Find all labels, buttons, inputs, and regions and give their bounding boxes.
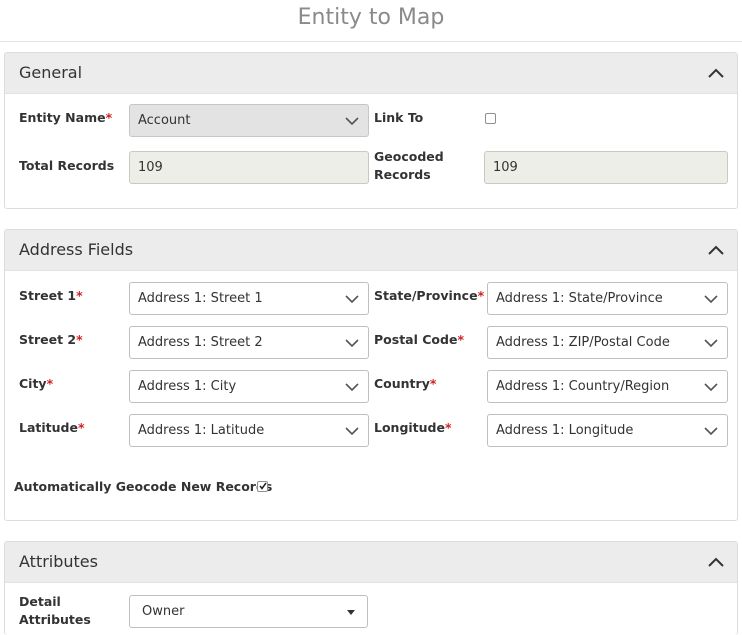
city-label: City* xyxy=(19,376,54,391)
chevron-down-icon xyxy=(704,383,718,392)
collapse-chevron-up-icon[interactable] xyxy=(705,239,727,261)
latitude-select[interactable]: Address 1: Latitude xyxy=(129,414,369,447)
country-select[interactable]: Address 1: Country/Region xyxy=(487,370,728,403)
chevron-down-icon xyxy=(704,427,718,436)
address-fields-panel-title: Address Fields xyxy=(19,240,134,259)
longitude-label: Longitude* xyxy=(374,420,452,435)
chevron-down-icon xyxy=(345,117,359,126)
general-panel-header[interactable]: General xyxy=(5,53,737,94)
title-divider xyxy=(0,41,742,42)
auto-geocode-label: Automatically Geocode New Records xyxy=(14,479,273,494)
address-fields-panel-header[interactable]: Address Fields xyxy=(5,230,737,271)
checkmark-icon xyxy=(259,482,267,490)
longitude-select[interactable]: Address 1: Longitude xyxy=(487,414,728,447)
detail-attributes-select[interactable]: Owner xyxy=(129,595,368,628)
entity-name-label: Entity Name* xyxy=(19,110,113,125)
collapse-chevron-up-icon[interactable] xyxy=(705,62,727,84)
state-province-label: State/Province* xyxy=(374,288,485,303)
chevron-down-icon xyxy=(345,295,359,304)
general-panel: General Entity Name* Account Link To Tot… xyxy=(4,52,738,209)
latitude-label: Latitude* xyxy=(19,420,85,435)
link-to-label: Link To xyxy=(374,110,424,125)
street2-select[interactable]: Address 1: Street 2 xyxy=(129,326,369,359)
caret-down-icon xyxy=(347,610,355,615)
chevron-down-icon xyxy=(345,383,359,392)
total-records-label: Total Records xyxy=(19,158,115,173)
attributes-panel-header[interactable]: Attributes xyxy=(5,542,737,583)
chevron-down-icon xyxy=(345,339,359,348)
address-fields-panel: Address Fields Street 1* Address 1: Stre… xyxy=(4,229,738,521)
postal-code-select[interactable]: Address 1: ZIP/Postal Code xyxy=(487,326,728,359)
street1-select[interactable]: Address 1: Street 1 xyxy=(129,282,369,315)
auto-geocode-checkbox[interactable] xyxy=(257,481,268,492)
attributes-panel: Attributes Detail Attributes Owner xyxy=(4,541,738,635)
street2-label: Street 2* xyxy=(19,332,83,347)
collapse-chevron-up-icon[interactable] xyxy=(705,551,727,573)
link-to-checkbox[interactable] xyxy=(485,113,496,124)
chevron-down-icon xyxy=(704,339,718,348)
street1-label: Street 1* xyxy=(19,288,83,303)
attributes-panel-title: Attributes xyxy=(19,552,98,571)
geocoded-records-field[interactable]: 109 xyxy=(484,151,728,184)
chevron-down-icon xyxy=(345,427,359,436)
total-records-field[interactable]: 109 xyxy=(129,151,369,184)
geocoded-records-label: Geocoded Records xyxy=(374,149,444,182)
city-select[interactable]: Address 1: City xyxy=(129,370,369,403)
postal-code-label: Postal Code* xyxy=(374,332,464,347)
entity-name-select[interactable]: Account xyxy=(129,104,369,137)
detail-attributes-label: Detail Attributes xyxy=(19,594,91,627)
chevron-down-icon xyxy=(704,295,718,304)
general-panel-title: General xyxy=(19,63,83,82)
country-label: Country* xyxy=(374,376,437,391)
state-province-select[interactable]: Address 1: State/Province xyxy=(487,282,728,315)
page-title: Entity to Map xyxy=(297,5,445,30)
